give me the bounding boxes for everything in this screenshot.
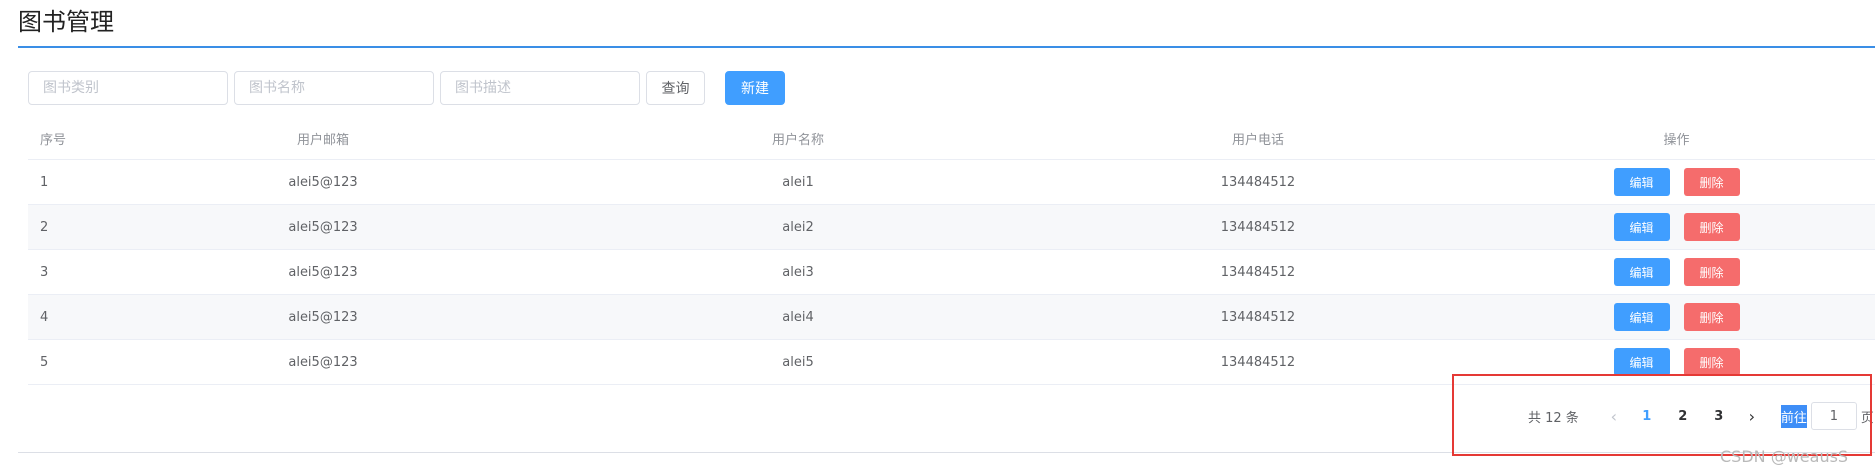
column-header-actions: 操作 — [1478, 117, 1875, 160]
edit-button[interactable]: 编辑 — [1613, 303, 1670, 331]
cell-email: alei5@123 — [88, 159, 558, 205]
cell-email: alei5@123 — [88, 339, 558, 385]
delete-button[interactable]: 删除 — [1683, 213, 1740, 241]
page-title: 图书管理 — [18, 8, 114, 36]
cell-index: 3 — [28, 249, 88, 295]
table-header-row: 序号 用户邮箱 用户名称 用户电话 操作 — [28, 117, 1875, 160]
create-button[interactable]: 新建 — [725, 71, 785, 105]
table-row: 4 alei5@123 alei4 134484512 编辑 删除 — [28, 294, 1875, 340]
column-header-phone: 用户电话 — [1038, 117, 1478, 160]
cell-email: alei5@123 — [88, 294, 558, 340]
title-divider — [18, 46, 1875, 48]
book-name-input[interactable] — [234, 71, 434, 105]
delete-button[interactable]: 删除 — [1683, 348, 1740, 376]
query-button[interactable]: 查询 — [646, 71, 705, 105]
delete-button[interactable]: 删除 — [1683, 168, 1740, 196]
category-input[interactable] — [28, 71, 228, 105]
cell-index: 4 — [28, 294, 88, 340]
table-row: 2 alei5@123 alei2 134484512 编辑 删除 — [28, 204, 1875, 250]
column-header-email: 用户邮箱 — [88, 117, 558, 160]
cell-email: alei5@123 — [88, 249, 558, 295]
cell-actions: 编辑 删除 — [1478, 159, 1875, 205]
cell-name: alei1 — [558, 159, 1038, 205]
cell-email: alei5@123 — [88, 204, 558, 250]
cell-actions: 编辑 删除 — [1478, 294, 1875, 340]
cell-phone: 134484512 — [1038, 339, 1478, 385]
edit-button[interactable]: 编辑 — [1613, 348, 1670, 376]
cell-name: alei3 — [558, 249, 1038, 295]
filter-toolbar: 查询 新建 — [28, 71, 785, 105]
table-row: 3 alei5@123 alei3 134484512 编辑 删除 — [28, 249, 1875, 295]
column-header-name: 用户名称 — [558, 117, 1038, 160]
cell-phone: 134484512 — [1038, 159, 1478, 205]
delete-button[interactable]: 删除 — [1683, 258, 1740, 286]
edit-button[interactable]: 编辑 — [1613, 168, 1670, 196]
delete-button[interactable]: 删除 — [1683, 303, 1740, 331]
cell-phone: 134484512 — [1038, 204, 1478, 250]
data-table: 序号 用户邮箱 用户名称 用户电话 操作 1 alei5@123 alei1 1… — [28, 117, 1875, 385]
description-input[interactable] — [440, 71, 640, 105]
edit-button[interactable]: 编辑 — [1613, 258, 1670, 286]
cell-phone: 134484512 — [1038, 294, 1478, 340]
cell-index: 1 — [28, 159, 88, 205]
table-row: 1 alei5@123 alei1 134484512 编辑 删除 — [28, 159, 1875, 205]
edit-button[interactable]: 编辑 — [1613, 213, 1670, 241]
annotation-highlight-box — [1452, 374, 1872, 456]
cell-phone: 134484512 — [1038, 249, 1478, 295]
cell-actions: 编辑 删除 — [1478, 204, 1875, 250]
cell-index: 2 — [28, 204, 88, 250]
cell-name: alei4 — [558, 294, 1038, 340]
column-header-index: 序号 — [28, 117, 88, 160]
cell-name: alei2 — [558, 204, 1038, 250]
cell-index: 5 — [28, 339, 88, 385]
cell-actions: 编辑 删除 — [1478, 249, 1875, 295]
watermark-text: CSDN @weausS — [1720, 447, 1849, 466]
cell-name: alei5 — [558, 339, 1038, 385]
